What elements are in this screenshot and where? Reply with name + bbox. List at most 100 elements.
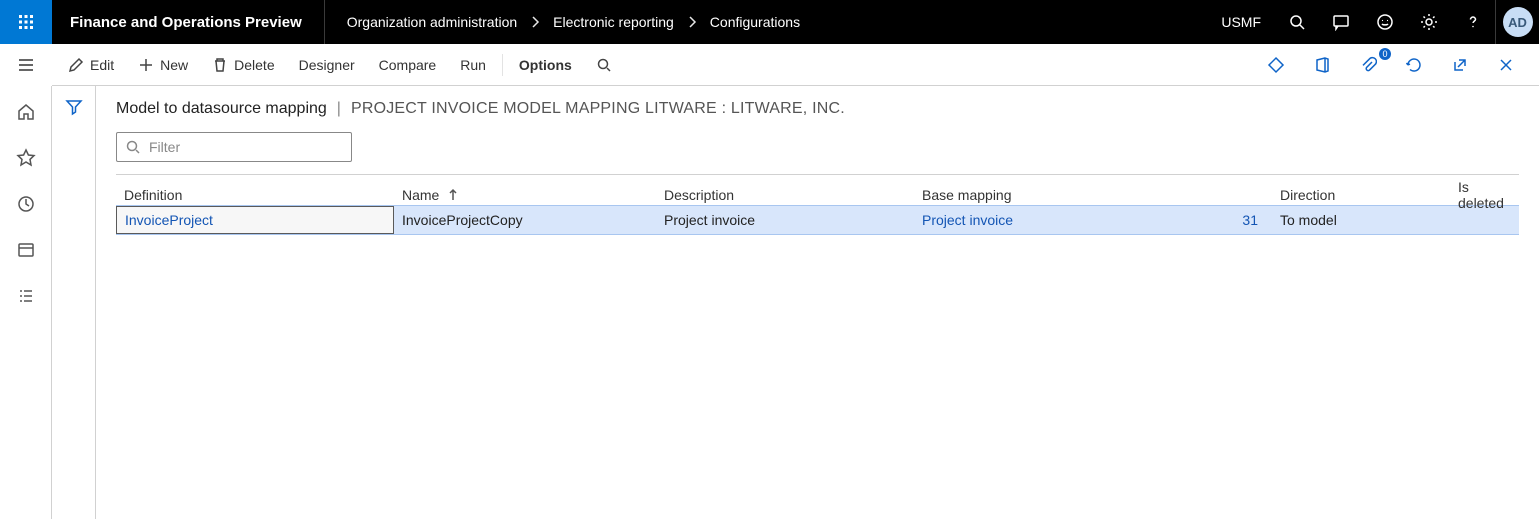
cell-definition-value: InvoiceProject bbox=[125, 212, 213, 228]
search-icon bbox=[125, 139, 141, 155]
nav-favorites[interactable] bbox=[10, 146, 42, 170]
hamburger-icon bbox=[16, 55, 36, 75]
col-direction-label: Direction bbox=[1280, 187, 1335, 203]
electronic-reporting-button[interactable] bbox=[1257, 52, 1295, 78]
cell-base-mapping[interactable]: Project invoice bbox=[914, 208, 1124, 232]
table-row[interactable]: InvoiceProject InvoiceProjectCopy Projec… bbox=[116, 205, 1519, 235]
edit-label: Edit bbox=[90, 57, 114, 73]
attachments-button[interactable]: 0 bbox=[1349, 52, 1387, 78]
cell-base-mapping-value: Project invoice bbox=[922, 212, 1013, 228]
run-label: Run bbox=[460, 57, 486, 73]
chevron-right-icon bbox=[684, 14, 700, 30]
clock-icon bbox=[16, 194, 36, 214]
question-icon bbox=[1464, 13, 1482, 31]
action-toolbar: Edit New Delete Designer Compare Run Opt… bbox=[52, 44, 1539, 86]
col-is-deleted[interactable]: Is deleted bbox=[1450, 175, 1519, 215]
close-button[interactable] bbox=[1487, 52, 1525, 78]
close-icon bbox=[1497, 56, 1515, 74]
breadcrumb-item-org-admin[interactable]: Organization administration bbox=[347, 14, 517, 30]
nav-recent[interactable] bbox=[10, 192, 42, 216]
search-icon bbox=[1288, 13, 1306, 31]
filter-pane-toggle[interactable] bbox=[65, 98, 83, 119]
cell-name[interactable]: InvoiceProjectCopy bbox=[394, 208, 656, 232]
col-description-label: Description bbox=[664, 187, 734, 203]
cell-definition[interactable]: InvoiceProject bbox=[116, 206, 394, 234]
nav-workspaces[interactable] bbox=[10, 238, 42, 262]
cell-description-value: Project invoice bbox=[664, 212, 755, 228]
delete-button[interactable]: Delete bbox=[202, 53, 284, 77]
user-avatar[interactable]: AD bbox=[1495, 0, 1539, 44]
nav-modules[interactable] bbox=[10, 284, 42, 308]
search-button[interactable] bbox=[1275, 0, 1319, 44]
main-content: Model to datasource mapping | PROJECT IN… bbox=[96, 86, 1539, 519]
new-label: New bbox=[160, 57, 188, 73]
cell-is-deleted[interactable] bbox=[1450, 216, 1519, 224]
new-button[interactable]: New bbox=[128, 53, 198, 77]
col-definition[interactable]: Definition bbox=[116, 183, 394, 207]
breadcrumb: Organization administration Electronic r… bbox=[325, 0, 800, 44]
toolbar-search-button[interactable] bbox=[586, 53, 622, 77]
nav-expand-button[interactable] bbox=[0, 44, 52, 86]
filter-rail bbox=[52, 86, 96, 519]
topbar-right: USMF AD bbox=[1207, 0, 1539, 44]
nav-home[interactable] bbox=[10, 100, 42, 124]
cell-name-value: InvoiceProjectCopy bbox=[402, 212, 523, 228]
breadcrumb-item-er[interactable]: Electronic reporting bbox=[553, 14, 674, 30]
cell-direction[interactable]: To model bbox=[1272, 208, 1450, 232]
col-is-deleted-label: Is deleted bbox=[1458, 179, 1511, 211]
app-launcher-button[interactable] bbox=[0, 0, 52, 44]
cell-description[interactable]: Project invoice bbox=[656, 208, 914, 232]
page-title: Model to datasource mapping bbox=[116, 100, 327, 118]
col-base-mapping[interactable]: Base mapping bbox=[914, 183, 1124, 207]
popout-button[interactable] bbox=[1441, 52, 1479, 78]
col-base-mapping-label: Base mapping bbox=[922, 187, 1012, 203]
product-title: Finance and Operations Preview bbox=[52, 0, 325, 44]
col-base-mapping-num[interactable] bbox=[1124, 191, 1272, 199]
left-nav-rail bbox=[0, 86, 52, 519]
breadcrumb-item-configurations[interactable]: Configurations bbox=[710, 14, 800, 30]
help-button[interactable] bbox=[1451, 0, 1495, 44]
designer-label: Designer bbox=[299, 57, 355, 73]
cell-base-mapping-num-value: 31 bbox=[1242, 212, 1258, 228]
designer-button[interactable]: Designer bbox=[289, 53, 365, 77]
col-name[interactable]: Name bbox=[394, 183, 656, 207]
top-bar: Finance and Operations Preview Organizat… bbox=[0, 0, 1539, 44]
cell-direction-value: To model bbox=[1280, 212, 1337, 228]
chat-icon bbox=[1332, 13, 1350, 31]
col-direction[interactable]: Direction bbox=[1272, 183, 1450, 207]
options-button[interactable]: Options bbox=[509, 53, 582, 77]
grid-filter-input[interactable] bbox=[147, 138, 343, 156]
run-button[interactable]: Run bbox=[450, 53, 496, 77]
toolbar-separator bbox=[502, 54, 503, 76]
refresh-button[interactable] bbox=[1395, 52, 1433, 78]
office-button[interactable] bbox=[1303, 52, 1341, 78]
page-title-separator: | bbox=[337, 100, 341, 118]
chevron-right-icon bbox=[527, 14, 543, 30]
compare-button[interactable]: Compare bbox=[369, 53, 447, 77]
office-icon bbox=[1313, 56, 1331, 74]
delete-label: Delete bbox=[234, 57, 274, 73]
col-description[interactable]: Description bbox=[656, 183, 914, 207]
compare-label: Compare bbox=[379, 57, 437, 73]
popout-icon bbox=[1451, 56, 1469, 74]
paperclip-icon bbox=[1359, 56, 1377, 74]
plus-icon bbox=[138, 57, 154, 73]
pencil-icon bbox=[68, 57, 84, 73]
diamond-icon bbox=[1267, 56, 1285, 74]
cell-base-mapping-num[interactable]: 31 bbox=[1124, 208, 1272, 232]
company-picker[interactable]: USMF bbox=[1207, 0, 1275, 44]
settings-button[interactable] bbox=[1407, 0, 1451, 44]
trash-icon bbox=[212, 57, 228, 73]
mapping-grid: Definition Name Description Base mapping… bbox=[116, 174, 1519, 235]
edit-button[interactable]: Edit bbox=[58, 53, 124, 77]
attachments-badge: 0 bbox=[1379, 48, 1391, 60]
search-icon bbox=[596, 57, 612, 73]
feedback-button[interactable] bbox=[1363, 0, 1407, 44]
grid-filter-input-container[interactable] bbox=[116, 132, 352, 162]
avatar-initials: AD bbox=[1503, 7, 1533, 37]
messages-button[interactable] bbox=[1319, 0, 1363, 44]
smiley-icon bbox=[1376, 13, 1394, 31]
star-icon bbox=[16, 148, 36, 168]
page-title-row: Model to datasource mapping | PROJECT IN… bbox=[116, 100, 1519, 118]
home-icon bbox=[16, 102, 36, 122]
